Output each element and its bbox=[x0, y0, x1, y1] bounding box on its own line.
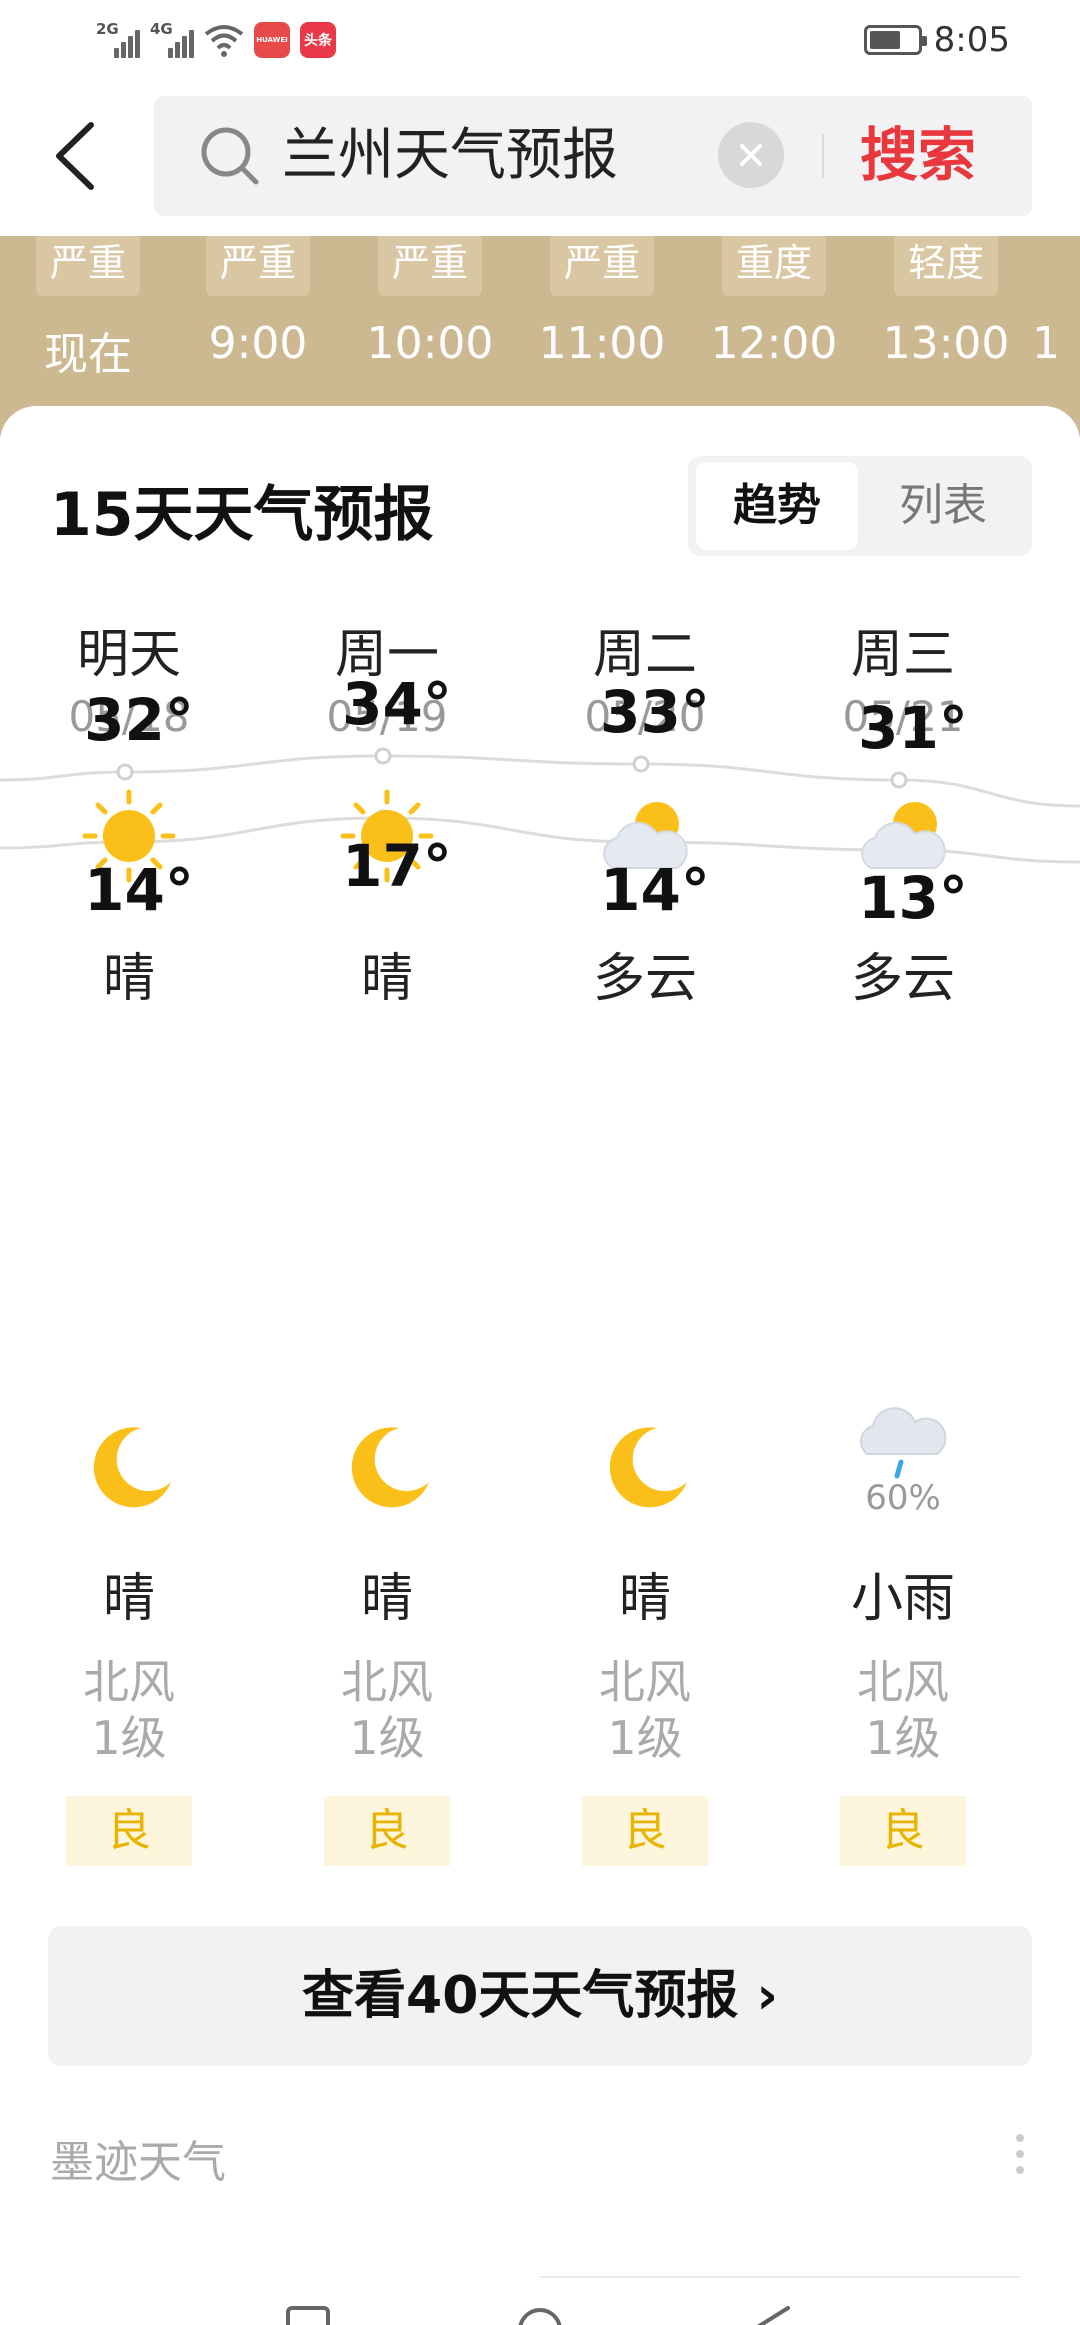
wind-level: 1级 bbox=[91, 1711, 167, 1765]
day-column[interactable]: 周一 05/19 晴 34° 17° 晴 北风 1级 良 bbox=[258, 406, 516, 1866]
night-condition: 晴 bbox=[618, 1569, 671, 1629]
day-column[interactable]: 明天 05/18 晴 32° 14° 晴 北风 1级 良 bbox=[0, 406, 258, 1866]
hour-time: 10:00 bbox=[366, 318, 494, 369]
night-condition: 晴 bbox=[360, 1569, 413, 1629]
search-header: 兰州天气预报 搜索 bbox=[0, 80, 1080, 236]
status-left: 2G 4G HUAWEI 头条 bbox=[96, 18, 336, 62]
high-temp: 34° bbox=[342, 670, 452, 738]
night-condition: 小雨 bbox=[850, 1569, 955, 1629]
system-navigation-bar bbox=[0, 2216, 1080, 2325]
search-divider bbox=[822, 134, 824, 178]
hour-item: 严重 9:00 bbox=[172, 236, 344, 369]
day-name: 周三 bbox=[850, 625, 955, 685]
high-temp: 33° bbox=[600, 678, 710, 746]
forecast-card: 15天天气预报 趋势 列表 明天 05/18 晴 32° 14° 晴 北风 1级… bbox=[0, 406, 1080, 2216]
day-condition: 多云 bbox=[592, 949, 697, 1009]
aqi-badge: 良 bbox=[66, 1796, 192, 1866]
high-temp: 32° bbox=[84, 686, 194, 754]
night-condition: 晴 bbox=[102, 1569, 155, 1629]
precipitation-chance: 60% bbox=[865, 1478, 941, 1518]
nav-back-icon[interactable] bbox=[752, 2306, 792, 2325]
home-icon[interactable] bbox=[516, 2306, 564, 2325]
day-name: 周二 bbox=[592, 625, 697, 685]
day-column[interactable]: 周二 05/20 多云 33° 14° 晴 北风 1级 良 bbox=[516, 406, 774, 1866]
back-arrow-icon bbox=[56, 122, 94, 190]
wind-level: 1级 bbox=[607, 1711, 683, 1765]
signal-2g-icon: 2G bbox=[96, 20, 140, 58]
search-icon bbox=[201, 127, 259, 185]
clock: 8:05 bbox=[933, 20, 1010, 60]
nav-divider bbox=[540, 2276, 1020, 2278]
high-temp: 31° bbox=[858, 694, 968, 762]
recent-apps-icon[interactable] bbox=[286, 2306, 330, 2325]
hour-item: 重度 12:00 bbox=[688, 236, 860, 369]
hour-time: 13:00 bbox=[882, 318, 1010, 369]
low-temp: 17° bbox=[342, 832, 452, 900]
view-40-day-forecast-button[interactable]: 查看40天天气预报 › bbox=[48, 1926, 1032, 2066]
toutiao-app-icon: 头条 bbox=[300, 22, 336, 58]
wind-level: 1级 bbox=[349, 1711, 425, 1765]
day-condition: 晴 bbox=[360, 949, 413, 1009]
signal-4g-label: 4G bbox=[150, 20, 173, 38]
data-source: 墨迹天气 bbox=[50, 2137, 226, 2188]
day-condition: 多云 bbox=[850, 949, 955, 1009]
signal-2g-label: 2G bbox=[96, 20, 119, 38]
huawei-app-label: HUAWEI bbox=[256, 36, 288, 44]
hour-time: 12:00 bbox=[710, 318, 838, 369]
hour-time: 11:00 bbox=[538, 318, 666, 369]
hour-time: 1 bbox=[1032, 318, 1060, 369]
hour-aqi-tag: 重度 bbox=[721, 236, 826, 296]
wifi-icon bbox=[204, 25, 244, 57]
hour-item: 轻度 13:00 bbox=[860, 236, 1032, 369]
hour-aqi-tag: 严重 bbox=[549, 236, 654, 296]
hour-aqi-tag: 严重 bbox=[377, 236, 482, 296]
hour-aqi-tag: 严重 bbox=[35, 236, 140, 296]
moon-icon bbox=[351, 1427, 429, 1508]
search-box[interactable]: 兰州天气预报 搜索 bbox=[154, 96, 1032, 216]
hour-item: 严重 11:00 bbox=[516, 236, 688, 369]
low-temp: 14° bbox=[84, 856, 194, 924]
close-icon bbox=[740, 144, 762, 166]
low-temp: 14° bbox=[600, 856, 710, 924]
status-bar: 2G 4G HUAWEI 头条 8:05 bbox=[0, 0, 1080, 80]
aqi-badge: 良 bbox=[582, 1796, 708, 1866]
back-button[interactable] bbox=[40, 116, 110, 196]
wind-level: 1级 bbox=[865, 1711, 941, 1765]
huawei-app-icon: HUAWEI bbox=[254, 22, 290, 58]
clear-button[interactable] bbox=[718, 122, 784, 188]
hour-time: 现在 bbox=[44, 329, 132, 380]
more-options-icon[interactable] bbox=[1016, 2134, 1026, 2178]
signal-4g-icon: 4G bbox=[150, 20, 194, 58]
day-column[interactable]: 周三 05/21 多云 31° 13° 60% 小雨 北风 1级 良 bbox=[774, 406, 1032, 1866]
battery-icon bbox=[863, 25, 927, 55]
aqi-badge: 良 bbox=[840, 1796, 966, 1866]
low-temp: 13° bbox=[858, 864, 968, 932]
moon-icon bbox=[609, 1427, 687, 1508]
search-input[interactable]: 兰州天气预报 bbox=[282, 122, 618, 190]
hour-time: 9:00 bbox=[208, 318, 308, 369]
hour-item: 严重 现在 bbox=[2, 236, 174, 382]
status-right: 8:05 bbox=[863, 18, 1010, 62]
hour-aqi-tag: 轻度 bbox=[893, 236, 998, 296]
hour-item: 1 bbox=[1032, 236, 1080, 369]
day-condition: 晴 bbox=[102, 949, 155, 1009]
hour-item: 严重 10:00 bbox=[344, 236, 516, 369]
aqi-badge: 良 bbox=[324, 1796, 450, 1866]
day-name: 明天 bbox=[76, 625, 181, 685]
search-button[interactable]: 搜索 bbox=[860, 120, 976, 190]
toutiao-app-label: 头条 bbox=[304, 33, 332, 49]
hour-aqi-tag: 严重 bbox=[205, 236, 310, 296]
moon-icon bbox=[93, 1427, 171, 1508]
